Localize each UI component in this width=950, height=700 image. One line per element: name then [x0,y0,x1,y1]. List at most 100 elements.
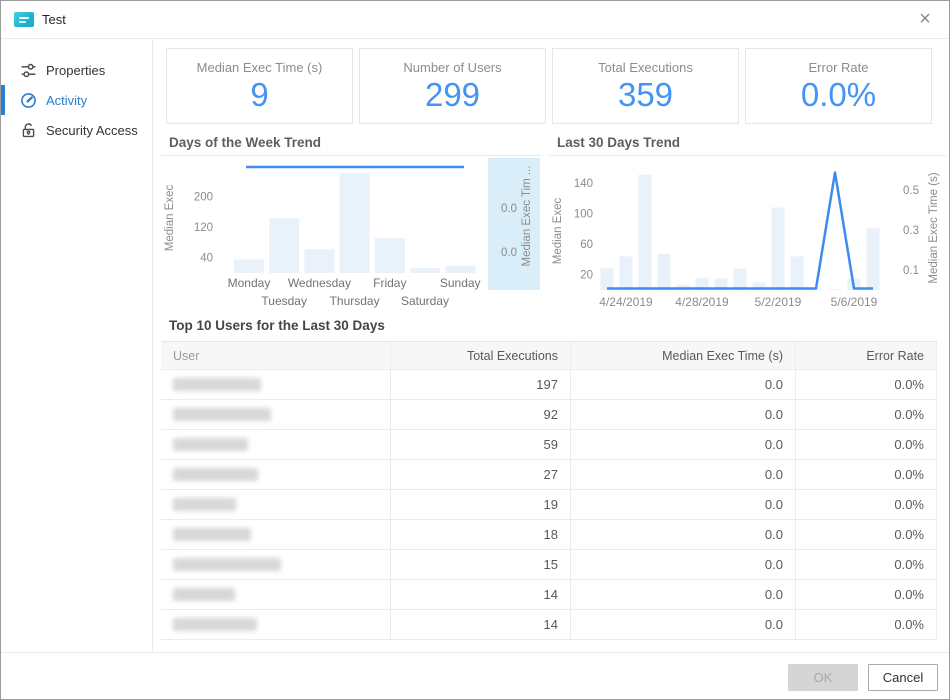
stat-value: 9 [167,76,352,114]
blurred-username [173,438,248,451]
user-cell [161,430,391,459]
blurred-username [173,558,281,571]
error-rate-cell: 0.0% [796,550,936,579]
median-exec-time-cell: 0.0 [571,460,796,489]
svg-text:60: 60 [580,239,593,251]
sidebar-item-properties[interactable]: Properties [1,55,152,85]
sidebar-item-security-access[interactable]: Security Access [1,115,152,145]
table-row: 140.00.0% [161,610,936,640]
table-row: 180.00.0% [161,520,936,550]
total-executions-cell: 14 [391,580,571,609]
error-rate-cell: 0.0% [796,370,936,399]
blurred-username [173,378,261,391]
close-icon[interactable]: × [911,7,939,33]
error-rate-cell: 0.0% [796,430,936,459]
user-cell [161,400,391,429]
user-cell [161,520,391,549]
user-cell [161,550,391,579]
blurred-username [173,588,235,601]
svg-text:4/24/2019: 4/24/2019 [599,295,653,309]
gauge-icon [20,92,37,109]
column-header: Error Rate [796,342,936,369]
stat-value: 359 [553,76,738,114]
error-rate-cell: 0.0% [796,400,936,429]
stat-card-error-rate: Error Rate0.0% [745,48,932,124]
svg-text:Monday: Monday [228,276,271,290]
svg-text:120: 120 [194,222,213,234]
blurred-username [173,408,271,421]
sidebar: Properties Activity Security Access [1,39,153,652]
sidebar-item-label: Activity [46,93,87,108]
table-row: 590.00.0% [161,430,936,460]
svg-text:Saturday: Saturday [401,294,449,308]
svg-text:Median Exec: Median Exec [552,198,564,265]
svg-text:0.1: 0.1 [903,265,919,277]
column-header: Total Executions [391,342,571,369]
dialog-window: Test × Properties Activity Security Access… [0,0,950,700]
stat-label: Total Executions [553,60,738,75]
svg-text:5/2/2019: 5/2/2019 [755,295,802,309]
user-cell [161,370,391,399]
blurred-username [173,528,251,541]
chart-title: Days of the Week Trend [161,134,541,156]
svg-text:5/6/2019: 5/6/2019 [831,295,878,309]
titlebar: Test × [1,1,949,39]
window-title: Test [42,12,66,27]
total-executions-cell: 15 [391,550,571,579]
median-exec-time-cell: 0.0 [571,490,796,519]
svg-text:0.0: 0.0 [501,203,517,215]
stat-value: 299 [360,76,545,114]
top-users-table: UserTotal ExecutionsMedian Exec Time (s)… [161,341,937,640]
last-30-days-chart: Last 30 Days Trend 2060100140Median Exec… [549,134,946,321]
stat-label: Number of Users [360,60,545,75]
ok-button[interactable]: OK [788,664,858,691]
table-row: 150.00.0% [161,550,936,580]
svg-text:0.0: 0.0 [501,247,517,259]
svg-text:0.3: 0.3 [903,225,919,237]
user-cell [161,580,391,609]
table-row: 1970.00.0% [161,370,936,400]
svg-text:20: 20 [580,270,593,282]
error-rate-cell: 0.0% [796,490,936,519]
blurred-username [173,498,236,511]
user-cell [161,460,391,489]
svg-text:Median Exec Tim ...: Median Exec Tim ... [521,166,533,267]
main-content: Median Exec Time (s)9Number of Users299T… [154,39,948,652]
median-exec-time-cell: 0.0 [571,430,796,459]
svg-text:140: 140 [574,178,593,190]
stat-card-total-executions: Total Executions359 [552,48,739,124]
table-row: 270.00.0% [161,460,936,490]
svg-text:Friday: Friday [373,276,406,290]
svg-text:Tuesday: Tuesday [261,294,307,308]
svg-text:100: 100 [574,209,593,221]
total-executions-cell: 14 [391,610,571,639]
table-row: 190.00.0% [161,490,936,520]
table-title: Top 10 Users for the Last 30 Days [169,318,385,333]
error-rate-cell: 0.0% [796,610,936,639]
stat-label: Median Exec Time (s) [167,60,352,75]
days-of-week-plot: 40120200Median ExecMondayTuesdayWednesda… [161,156,541,316]
total-executions-cell: 59 [391,430,571,459]
median-exec-time-cell: 0.0 [571,580,796,609]
cancel-button[interactable]: Cancel [868,664,938,691]
median-exec-time-cell: 0.0 [571,520,796,549]
svg-text:Median Exec: Median Exec [164,185,176,252]
user-cell [161,610,391,639]
table-row: 920.00.0% [161,400,936,430]
sidebar-item-activity[interactable]: Activity [1,85,152,115]
median-exec-time-cell: 0.0 [571,370,796,399]
total-executions-cell: 18 [391,520,571,549]
total-executions-cell: 19 [391,490,571,519]
stat-label: Error Rate [746,60,931,75]
svg-text:Thursday: Thursday [330,294,380,308]
sidebar-item-label: Security Access [46,123,138,138]
stat-card-number-of-users: Number of Users299 [359,48,546,124]
sidebar-item-label: Properties [46,63,105,78]
stat-cards: Median Exec Time (s)9Number of Users299T… [166,48,932,124]
median-exec-time-cell: 0.0 [571,550,796,579]
error-rate-cell: 0.0% [796,520,936,549]
blurred-username [173,618,257,631]
blurred-username [173,468,258,481]
last-30-days-plot: 2060100140Median Exec4/24/20194/28/20195… [549,156,946,316]
stat-card-median-exec-time-s-: Median Exec Time (s)9 [166,48,353,124]
